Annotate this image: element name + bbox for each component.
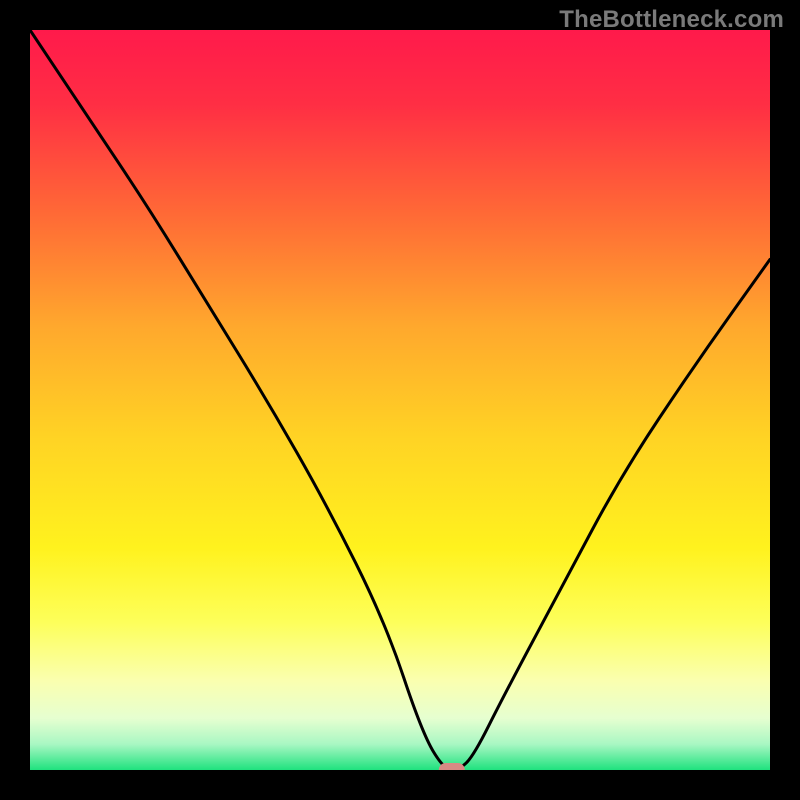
- chart-frame: TheBottleneck.com: [0, 0, 800, 800]
- bottleneck-chart: [30, 30, 770, 770]
- gradient-background: [30, 30, 770, 770]
- optimal-marker: [439, 763, 465, 770]
